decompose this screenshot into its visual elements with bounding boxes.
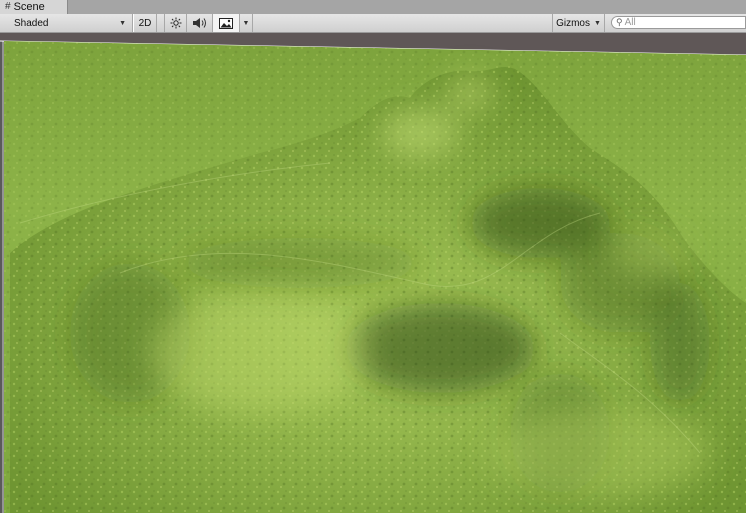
dropdown-caret-icon: ▼ bbox=[593, 19, 601, 27]
toggle-2d-button[interactable]: 2D bbox=[133, 14, 157, 32]
tab-scene-label: Scene bbox=[13, 1, 45, 13]
gizmos-dropdown[interactable]: Gizmos ▼ bbox=[552, 14, 605, 32]
tab-scene[interactable]: # Scene bbox=[0, 0, 68, 14]
scene-search-field[interactable]: ⚲ All bbox=[611, 16, 746, 29]
scene-effects-dropdown[interactable]: ▼ bbox=[240, 14, 253, 32]
terrain-render[interactable] bbox=[0, 33, 746, 513]
scene-audio-toggle[interactable] bbox=[187, 14, 213, 32]
scene-lighting-toggle[interactable] bbox=[164, 14, 187, 32]
search-placeholder: All bbox=[624, 17, 636, 28]
scene-toolbar: Shaded ▼ 2D ▼ Gizmos ▼ ⚲ All bbox=[0, 14, 746, 33]
gizmos-label: Gizmos bbox=[556, 17, 590, 29]
draw-mode-dropdown[interactable]: Shaded ▼ bbox=[0, 14, 133, 32]
sun-icon bbox=[170, 17, 181, 29]
search-icon: ⚲ bbox=[616, 17, 623, 27]
scene-grid-icon: # bbox=[5, 1, 11, 12]
dropdown-caret-icon: ▼ bbox=[242, 19, 250, 27]
scene-window: # Scene Shaded ▼ 2D ▼ Gizmos ▼ ⚲ All bbox=[0, 0, 746, 513]
toggle-2d-label: 2D bbox=[138, 17, 152, 29]
draw-mode-label: Shaded bbox=[14, 17, 49, 29]
scene-viewport[interactable] bbox=[0, 33, 746, 513]
image-icon bbox=[219, 17, 233, 29]
tab-bar: # Scene bbox=[0, 0, 746, 15]
scene-effects-toggle[interactable] bbox=[213, 14, 240, 32]
speaker-icon bbox=[192, 18, 206, 28]
dropdown-caret-icon: ▼ bbox=[119, 19, 126, 27]
